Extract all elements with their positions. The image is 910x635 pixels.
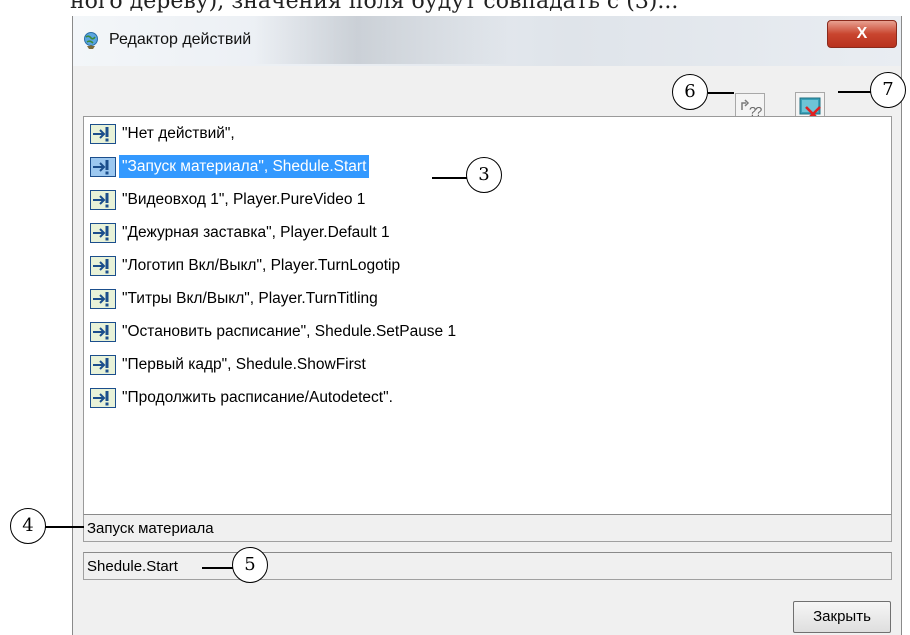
callout-5-leader bbox=[202, 567, 234, 569]
action-id-field: Shedule.Start bbox=[83, 552, 892, 580]
action-icon bbox=[90, 189, 116, 210]
action-list-item[interactable]: "Нет действий", bbox=[90, 122, 238, 145]
action-icon bbox=[90, 255, 116, 276]
action-icon bbox=[90, 156, 116, 177]
action-icon bbox=[90, 387, 116, 408]
callout-5: 5 bbox=[232, 547, 268, 583]
callout-4: 4 bbox=[10, 508, 46, 544]
action-list-item-text: "Логотип Вкл/Выкл", Player.TurnLogotip bbox=[122, 257, 401, 274]
action-icon bbox=[90, 222, 116, 243]
close-button[interactable]: Закрыть bbox=[793, 601, 891, 633]
action-list-item[interactable]: "Продолжить расписание/Autodetect". bbox=[90, 386, 396, 409]
callout-3-leader bbox=[432, 177, 468, 179]
action-icon bbox=[90, 288, 116, 309]
action-icon bbox=[90, 321, 116, 342]
action-list-item-text: "Запуск материала", Shedule.Start bbox=[119, 155, 370, 178]
action-list-item[interactable]: "Логотип Вкл/Выкл", Player.TurnLogotip bbox=[90, 254, 403, 277]
action-list-item-text: "Дежурная заставка", Player.Default 1 bbox=[122, 224, 390, 241]
title-bar-shade bbox=[253, 16, 513, 64]
action-list-item-text: "Остановить расписание", Shedule.SetPaus… bbox=[122, 323, 457, 340]
title-bar: Редактор действий X bbox=[73, 16, 901, 66]
action-list-item[interactable]: "Титры Вкл/Выкл", Player.TurnTitling bbox=[90, 287, 381, 310]
window-title: Редактор действий bbox=[109, 31, 252, 48]
page-caption: ного дереву), значения поля будут совпад… bbox=[0, 0, 910, 16]
action-list-item-text: "Первый кадр", Shedule.ShowFirst bbox=[122, 356, 366, 373]
action-icon bbox=[90, 354, 116, 375]
action-list-item[interactable]: "Видеовход 1", Player.PureVideo 1 bbox=[90, 188, 368, 211]
globe-icon bbox=[84, 32, 98, 49]
action-list-item-text: "Видеовход 1", Player.PureVideo 1 bbox=[122, 191, 366, 208]
callout-7: 7 bbox=[870, 72, 906, 108]
action-list-item[interactable]: "Дежурная заставка", Player.Default 1 bbox=[90, 221, 393, 244]
callout-6-leader bbox=[708, 92, 734, 94]
action-editor-window: Редактор действий X ? ? "Нет действий", "… bbox=[72, 16, 902, 635]
callout-3: 3 bbox=[466, 157, 502, 193]
action-name-value: Запуск материала bbox=[87, 520, 214, 537]
action-list-item[interactable]: "Остановить расписание", Shedule.SetPaus… bbox=[90, 320, 459, 343]
action-list-item[interactable]: "Запуск материала", Shedule.Start bbox=[90, 155, 370, 178]
callout-4-leader bbox=[44, 526, 84, 528]
window-close-button[interactable]: X bbox=[827, 20, 897, 48]
action-list-item-text: "Титры Вкл/Выкл", Player.TurnTitling bbox=[122, 290, 378, 307]
action-list-item[interactable]: "Первый кадр", Shedule.ShowFirst bbox=[90, 353, 369, 376]
action-icon bbox=[90, 123, 116, 144]
action-list-item-text: "Продолжить расписание/Autodetect". bbox=[122, 389, 393, 406]
action-name-field: Запуск материала bbox=[83, 514, 892, 542]
action-id-value: Shedule.Start bbox=[87, 558, 178, 575]
callout-7-leader bbox=[838, 91, 872, 93]
action-list-item-text: "Нет действий", bbox=[122, 125, 235, 142]
caption-text: ного дереву), значения поля будут совпад… bbox=[70, 0, 679, 14]
callout-6: 6 bbox=[672, 74, 708, 110]
close-x-icon: X bbox=[856, 25, 868, 42]
